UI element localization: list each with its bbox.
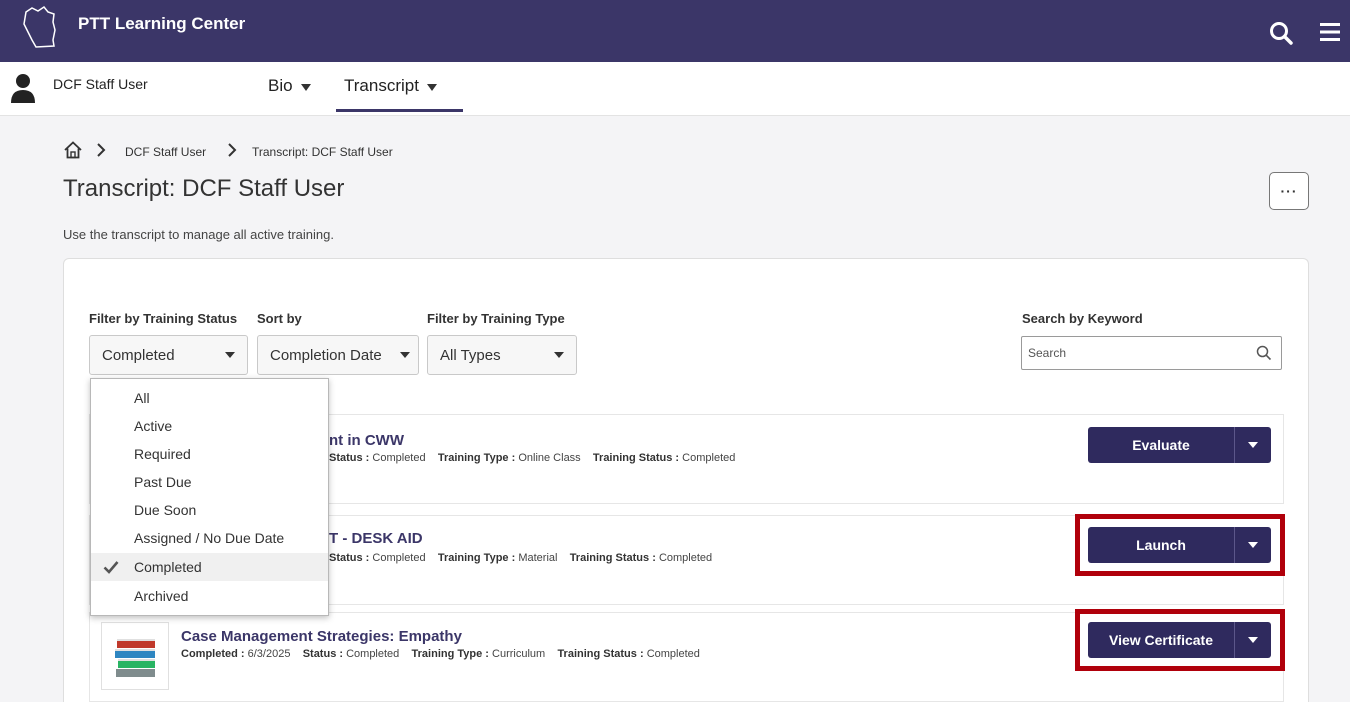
status-filter-value: Completed [102, 346, 175, 364]
breadcrumb-current: Transcript: DCF Staff User [252, 145, 393, 159]
page-description: Use the transcript to manage all active … [63, 227, 334, 242]
evaluate-button[interactable]: Evaluate [1088, 427, 1235, 463]
top-header: PTT Learning Center [0, 0, 1350, 62]
status-filter-dropdown: All Active Required Past Due Due Soon As… [90, 378, 329, 616]
profile-nav: DCF Staff User Bio Transcript [0, 62, 1350, 116]
dropdown-option-past-due[interactable]: Past Due [91, 468, 328, 496]
dropdown-option-required[interactable]: Required [91, 440, 328, 468]
launch-button[interactable]: Launch [1088, 527, 1235, 563]
search-icon[interactable] [1268, 20, 1294, 46]
caret-down-icon [225, 352, 235, 358]
sort-value: Completion Date [270, 346, 382, 364]
page-title: Transcript: DCF Staff User [63, 175, 345, 202]
course-thumbnail [101, 622, 169, 690]
chevron-right-icon [228, 143, 237, 157]
view-certificate-options-toggle[interactable] [1235, 622, 1271, 658]
row-meta: Status : Completed Training Type : Mater… [329, 552, 713, 564]
search-icon[interactable] [1256, 345, 1272, 361]
user-name: DCF Staff User [53, 76, 148, 92]
caret-down-icon [554, 352, 564, 358]
dropdown-option-completed[interactable]: Completed [91, 553, 328, 581]
tab-transcript-label: Transcript [344, 76, 419, 95]
caret-down-icon [400, 352, 410, 358]
row-title[interactable]: T - DESK AID [329, 530, 423, 547]
chevron-right-icon [97, 143, 106, 157]
row-meta: Status : Completed Training Type : Onlin… [329, 452, 736, 464]
launch-options-toggle[interactable] [1235, 527, 1271, 563]
books-icon [115, 639, 155, 677]
evaluate-options-toggle[interactable] [1235, 427, 1271, 463]
more-options-button[interactable]: ··· [1269, 172, 1309, 210]
caret-down-icon [1248, 637, 1258, 643]
dropdown-option-completed-label: Completed [134, 559, 202, 575]
sort-label: Sort by [257, 311, 302, 326]
caret-down-icon [1248, 542, 1258, 548]
avatar-icon [11, 74, 35, 103]
wisconsin-logo-icon[interactable] [20, 4, 60, 50]
home-icon[interactable] [63, 140, 83, 160]
view-certificate-button[interactable]: View Certificate [1088, 622, 1235, 658]
launch-split-button: Launch [1088, 527, 1271, 563]
type-filter-label: Filter by Training Type [427, 311, 565, 326]
dropdown-option-active[interactable]: Active [91, 412, 328, 440]
keyword-label: Search by Keyword [1022, 311, 1143, 326]
hamburger-menu-icon[interactable] [1318, 21, 1342, 43]
sort-select[interactable]: Completion Date [257, 335, 419, 375]
view-certificate-split-button: View Certificate [1088, 622, 1271, 658]
breadcrumb-user[interactable]: DCF Staff User [125, 145, 206, 159]
dropdown-option-due-soon[interactable]: Due Soon [91, 496, 328, 524]
row-title[interactable]: Case Management Strategies: Empathy [181, 628, 462, 645]
type-filter-select[interactable]: All Types [427, 335, 577, 375]
status-filter-label: Filter by Training Status [89, 311, 238, 326]
status-filter-select[interactable]: Completed [89, 335, 248, 375]
row-meta: Completed : 6/3/2025 Status : Completed … [181, 648, 700, 660]
app-title[interactable]: PTT Learning Center [78, 14, 245, 34]
caret-down-icon [1248, 442, 1258, 448]
row-title[interactable]: nt in CWW [329, 432, 404, 449]
evaluate-split-button: Evaluate [1088, 427, 1271, 463]
tab-bio-label: Bio [268, 76, 293, 95]
caret-down-icon [300, 83, 311, 91]
dropdown-option-archived[interactable]: Archived [91, 582, 328, 610]
keyword-search-input[interactable] [1021, 336, 1282, 370]
dropdown-option-all[interactable]: All [91, 384, 328, 412]
type-filter-value: All Types [440, 346, 501, 364]
tab-transcript[interactable]: Transcript [336, 76, 463, 112]
caret-down-icon [426, 83, 437, 91]
checkmark-icon [103, 561, 119, 574]
tab-bio[interactable]: Bio [268, 76, 311, 96]
dropdown-option-assigned-no-due-date[interactable]: Assigned / No Due Date [91, 524, 328, 552]
